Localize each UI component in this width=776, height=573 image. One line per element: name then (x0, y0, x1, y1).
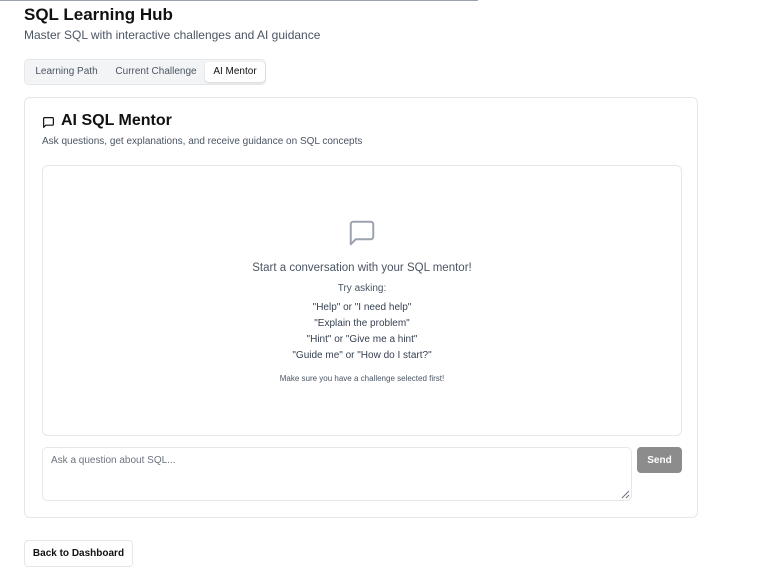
suggestion-item: "Help" or "I need help" (312, 302, 412, 313)
chat-messages-area: Start a conversation with your SQL mento… (42, 165, 682, 436)
back-to-dashboard-button[interactable]: Back to Dashboard (24, 540, 133, 567)
tab-ai-mentor[interactable]: AI Mentor (205, 62, 265, 82)
resize-handle-icon[interactable] (620, 489, 630, 499)
suggestion-item: "Hint" or "Give me a hint" (306, 334, 418, 345)
app-title: SQL Learning Hub (24, 5, 173, 24)
suggestion-item: "Guide me" or "How do I start?" (292, 350, 432, 361)
mentor-title: AI SQL Mentor (61, 112, 172, 129)
question-input[interactable] (42, 447, 632, 501)
send-button[interactable]: Send (637, 447, 682, 473)
tab-list: Learning Path Current Challenge AI Mento… (24, 59, 266, 85)
try-asking-label: Try asking: (337, 283, 387, 294)
top-divider (0, 0, 478, 1)
tab-current-challenge[interactable]: Current Challenge (107, 62, 205, 82)
app-subtitle: Master SQL with interactive challenges a… (24, 28, 321, 42)
mentor-card: AI SQL Mentor Ask questions, get explana… (24, 97, 698, 518)
message-square-icon (43, 117, 54, 128)
empty-state-title: Start a conversation with your SQL mento… (252, 262, 472, 274)
suggestion-item: "Explain the problem" (314, 318, 410, 329)
message-square-icon (349, 220, 375, 246)
tab-learning-path[interactable]: Learning Path (28, 62, 105, 82)
challenge-note: Make sure you have a challenge selected … (279, 374, 445, 383)
mentor-description: Ask questions, get explanations, and rec… (42, 136, 363, 147)
